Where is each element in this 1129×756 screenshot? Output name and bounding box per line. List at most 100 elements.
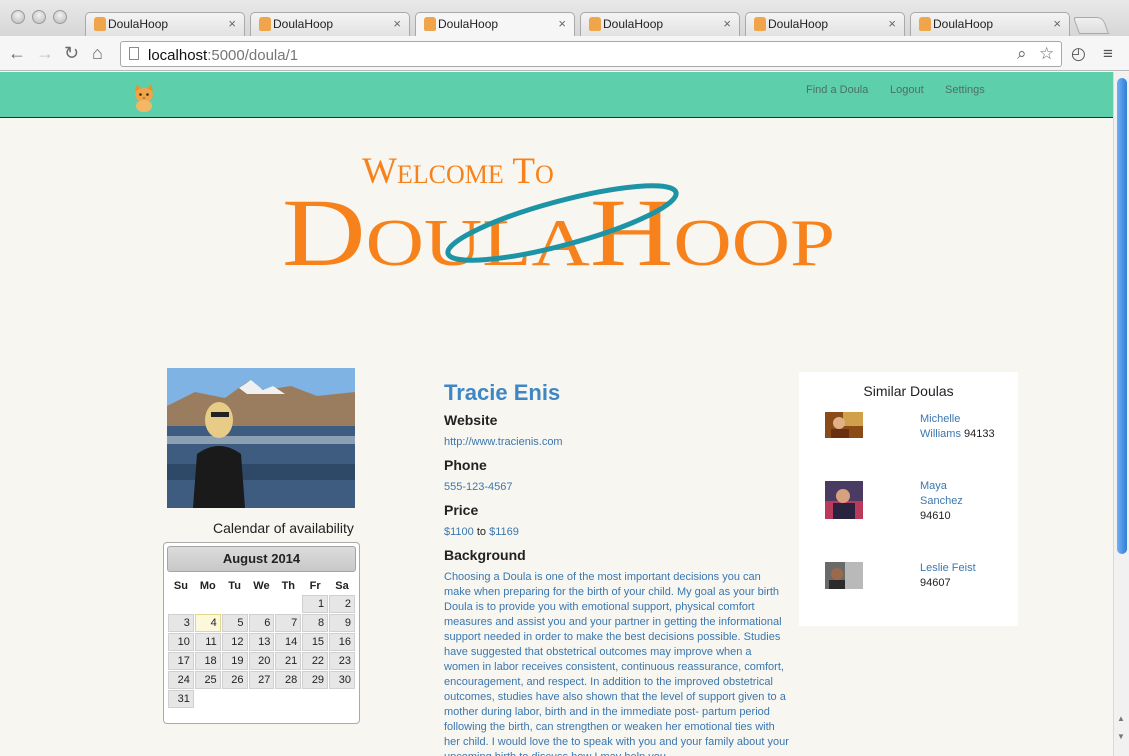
similar-doulas-heading: Similar Doulas <box>863 383 954 399</box>
nav-logout[interactable]: Logout <box>890 84 924 96</box>
home-icon[interactable]: ⌂ <box>92 43 103 63</box>
calendar-day-cell[interactable]: 3 <box>168 614 194 632</box>
new-tab-button[interactable] <box>1072 17 1110 34</box>
browser-tab[interactable]: DoulaHoop × <box>85 12 245 36</box>
price-to: to <box>476 526 487 538</box>
calendar-day-cell[interactable]: 16 <box>329 633 355 651</box>
window-close-button[interactable] <box>11 10 25 24</box>
calendar-day-cell[interactable]: 4 <box>194 614 221 632</box>
similar-doula-name[interactable]: Williams <box>920 428 961 440</box>
similar-doula-zip: 94133 <box>964 428 995 440</box>
weekday-header: We <box>253 580 270 592</box>
browser-tab-active[interactable]: DoulaHoop × <box>415 12 575 36</box>
address-bar[interactable]: localhost:5000/doula/1 ⌕ ☆ <box>120 41 1062 67</box>
nav-settings[interactable]: Settings <box>945 84 985 96</box>
price-min[interactable]: $1100 <box>444 526 474 538</box>
browser-tab[interactable]: DoulaHoop × <box>580 12 740 36</box>
calendar-day-cell[interactable]: 27 <box>248 671 275 689</box>
calendar-day-cell[interactable]: 28 <box>275 671 302 689</box>
nav-find-a-doula[interactable]: Find a Doula <box>806 84 868 96</box>
url-text[interactable]: localhost:5000/doula/1 <box>148 47 298 64</box>
favicon-icon <box>94 17 106 31</box>
price-range: $1100 to $1169 <box>444 526 519 538</box>
extension-clock-icon[interactable]: ◴ <box>1071 44 1086 64</box>
tab-title: DoulaHoop <box>108 17 169 31</box>
calendar-day-cell[interactable]: 20 <box>248 652 275 670</box>
calendar-day-cell[interactable]: 10 <box>168 633 194 651</box>
calendar-day-cell[interactable]: 30 <box>329 671 355 689</box>
scroll-down-arrow-icon[interactable]: ▼ <box>1117 732 1125 741</box>
calendar-day-cell[interactable]: 25 <box>194 671 221 689</box>
similar-doula-photo[interactable] <box>825 562 863 589</box>
calendar-day-cell[interactable]: 5 <box>221 614 248 632</box>
back-arrow-icon[interactable]: ← <box>8 43 26 63</box>
calendar-day-cell[interactable]: 13 <box>248 633 275 651</box>
calendar-day-cell[interactable]: 18 <box>194 652 221 670</box>
calendar-day-cell[interactable]: 23 <box>329 652 355 670</box>
calendar-empty-cell <box>249 690 275 708</box>
calendar-day-cell[interactable]: 21 <box>275 652 302 670</box>
tab-title: DoulaHoop <box>603 17 664 31</box>
similar-doula-zip: 94607 <box>920 577 951 589</box>
calendar-day-cell[interactable]: 19 <box>221 652 248 670</box>
window-minimize-button[interactable] <box>32 10 46 24</box>
similar-doula-photo[interactable] <box>825 412 863 438</box>
scroll-up-arrow-icon[interactable]: ▲ <box>1117 714 1125 723</box>
similar-doula-name[interactable]: Leslie Feist <box>920 562 976 574</box>
tab-close-icon[interactable]: × <box>723 16 731 31</box>
scrollbar-thumb[interactable] <box>1117 78 1127 554</box>
tab-close-icon[interactable]: × <box>393 16 401 31</box>
calendar-day-cell[interactable]: 9 <box>329 614 355 632</box>
calendar-empty-cell <box>302 690 328 708</box>
zoom-search-icon[interactable]: ⌕ <box>1017 44 1027 64</box>
browser-tab[interactable]: DoulaHoop × <box>745 12 905 36</box>
calendar-day-cell[interactable]: 22 <box>302 652 329 670</box>
calendar-day-cell[interactable]: 15 <box>302 633 329 651</box>
calendar-day-cell[interactable]: 29 <box>302 671 329 689</box>
browser-tab-bar: DoulaHoop × DoulaHoop × DoulaHoop × Doul… <box>0 0 1129 36</box>
calendar-day-cell[interactable]: 2 <box>329 595 355 613</box>
url-host: localhost <box>148 47 208 64</box>
favicon-icon <box>259 17 271 31</box>
calendar-empty-cell <box>195 595 221 613</box>
price-max[interactable]: $1169 <box>489 526 519 538</box>
tab-close-icon[interactable]: × <box>888 16 896 31</box>
calendar-day-cell[interactable]: 8 <box>302 614 329 632</box>
calendar-day-cell[interactable]: 12 <box>221 633 248 651</box>
similar-doula-info: Michelle Williams 94133 <box>920 412 1010 442</box>
browser-tab[interactable]: DoulaHoop × <box>910 12 1070 36</box>
similar-doula-name[interactable]: Michelle <box>920 413 960 425</box>
similar-doula-name[interactable]: Maya <box>920 480 947 492</box>
calendar-day-cell[interactable]: 7 <box>275 614 302 632</box>
similar-doula-name[interactable]: Sanchez <box>920 495 963 507</box>
phone-link[interactable]: 555-123-4567 <box>444 481 513 493</box>
forward-arrow-icon[interactable]: → <box>36 43 54 63</box>
kitten-logo-icon[interactable] <box>130 82 158 112</box>
tab-title: DoulaHoop <box>273 17 334 31</box>
menu-icon[interactable]: ≡ <box>1103 44 1113 64</box>
tab-close-icon[interactable]: × <box>228 16 236 31</box>
calendar-day-cell[interactable]: 1 <box>302 595 329 613</box>
price-label: Price <box>444 502 479 518</box>
calendar-day-cell[interactable]: 31 <box>168 690 194 708</box>
window-zoom-button[interactable] <box>53 10 67 24</box>
calendar-day-cell[interactable]: 11 <box>194 633 221 651</box>
calendar-week-row: 3456789 <box>168 614 355 632</box>
calendar-empty-cell <box>249 595 275 613</box>
page-scrollbar[interactable]: ▲ ▼ <box>1113 72 1129 756</box>
calendar-day-cell[interactable]: 14 <box>275 633 302 651</box>
tab-close-icon[interactable]: × <box>1053 16 1061 31</box>
website-link[interactable]: http://www.tracienis.com <box>444 436 563 448</box>
calendar-day-cell[interactable]: 6 <box>248 614 275 632</box>
calendar-week-row: 31 <box>168 690 355 708</box>
tab-close-icon[interactable]: × <box>558 16 566 31</box>
calendar-day-cell[interactable]: 26 <box>221 671 248 689</box>
calendar-week-row: 24 25 26 27 28 29 30 <box>168 671 355 689</box>
bookmark-star-icon[interactable]: ☆ <box>1039 44 1054 64</box>
browser-tab[interactable]: DoulaHoop × <box>250 12 410 36</box>
reload-icon[interactable]: ↻ <box>64 43 79 63</box>
calendar-day-cell[interactable]: 24 <box>168 671 194 689</box>
calendar-day-cell[interactable]: 17 <box>168 652 194 670</box>
doulahoop-brand-text: DoulaHoop <box>282 179 835 275</box>
similar-doula-photo[interactable] <box>825 481 863 519</box>
